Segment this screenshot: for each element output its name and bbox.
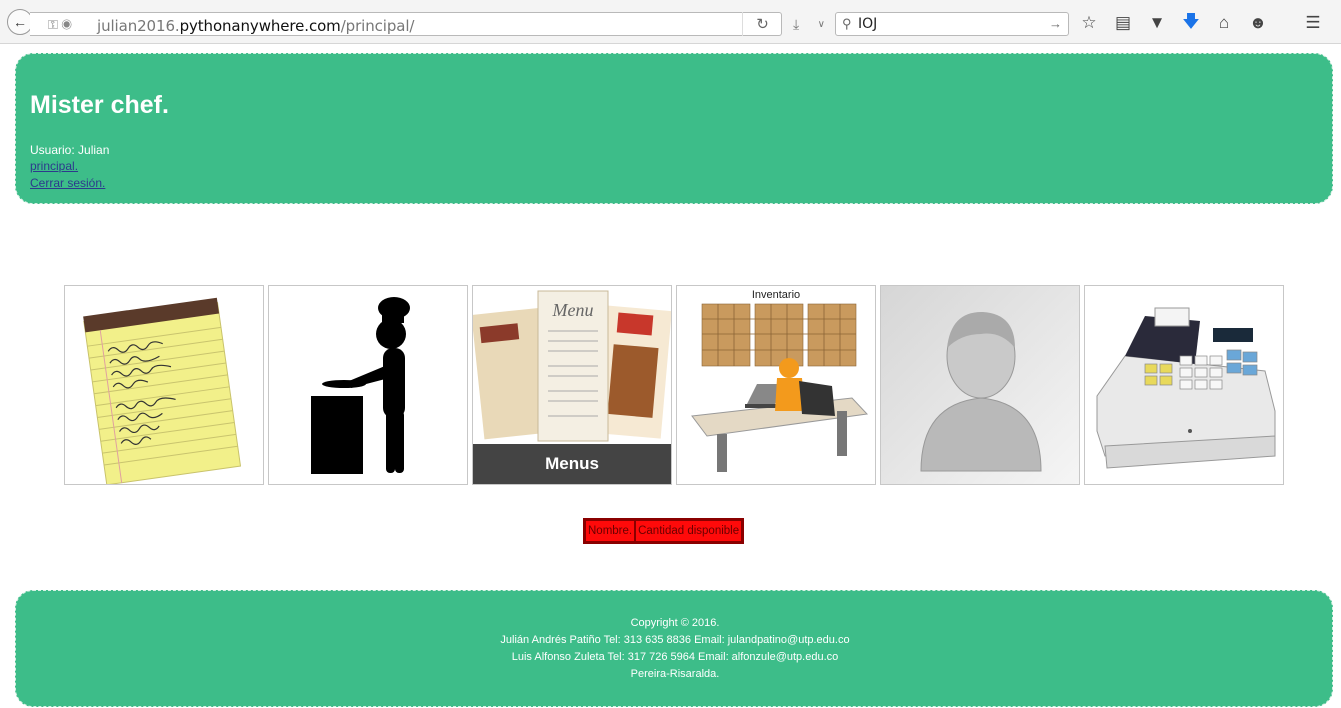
search-bar[interactable]: ⚲ → — [835, 12, 1069, 36]
link-logout[interactable]: Cerrar sesión. — [30, 176, 105, 190]
cash-register-tile[interactable] — [1084, 285, 1284, 485]
module-tiles: Menu Menus Inventario — [64, 285, 1284, 485]
arrow-right-icon[interactable]: → — [1049, 16, 1062, 31]
user-label: Usuario: Julian — [30, 143, 110, 157]
bookmark-star-icon[interactable]: ☆ — [1078, 12, 1100, 34]
site-title: Mister chef. — [30, 91, 169, 119]
menus-caption: Menus — [473, 444, 671, 484]
page-footer: Copyright © 2016. Julián Andrés Patiño T… — [15, 590, 1333, 707]
page-header: Mister chef. Usuario: Julian principal. … — [15, 53, 1333, 204]
url-path: /principal/ — [340, 17, 415, 35]
user-tile[interactable] — [880, 285, 1080, 485]
browser-toolbar: ← ⚿ ◉ julian2016.pythonanywhere.com/prin… — [0, 0, 1341, 44]
downloads-button[interactable]: ⤓ ∨ — [790, 13, 828, 35]
home-icon[interactable]: ⌂ — [1213, 12, 1235, 34]
pocket-icon[interactable]: ▼ — [1146, 12, 1168, 34]
inventory-icon — [691, 303, 869, 472]
footer-copyright: Copyright © 2016. — [630, 617, 720, 629]
table-header-cantidad: Cantidad disponible — [635, 520, 743, 542]
chef-tile[interactable] — [268, 285, 468, 485]
menus-tile[interactable]: Menu Menus — [472, 285, 672, 485]
table-header-nombre: Nombre. — [585, 520, 636, 542]
url-text: julian2016.pythonanywhere.com/principal/ — [97, 17, 414, 35]
cash-register-icon — [1096, 307, 1276, 469]
reload-button[interactable]: ↻ — [742, 12, 782, 36]
search-input[interactable] — [858, 15, 1038, 33]
arrow-left-icon: ← — [13, 14, 27, 30]
menu-icon[interactable]: ☰ — [1302, 12, 1324, 34]
user-avatar-icon — [881, 286, 1079, 484]
inventario-caption: Inventario — [751, 289, 801, 301]
svg-text:Menu: Menu — [552, 300, 594, 320]
url-domain: pythonanywhere.com — [179, 17, 341, 35]
reading-list-icon[interactable]: ▤ — [1112, 12, 1134, 34]
footer-contact-2: Luis Alfonso Zuleta Tel: 317 726 5964 Em… — [511, 651, 839, 663]
download-arrow-icon[interactable]: 🡇 — [1180, 12, 1202, 34]
notepad-icon — [83, 297, 242, 484]
inventory-table: Nombre. Cantidad disponible — [583, 518, 745, 544]
download-icon: ⤓ — [793, 15, 800, 32]
footer-location: Pereira-Risaralda. — [630, 668, 720, 680]
reload-icon: ↻ — [756, 16, 769, 33]
footer-contact-1: Julián Andrés Patiño Tel: 313 635 8836 E… — [500, 634, 850, 646]
chevron-down-icon: ∨ — [817, 18, 825, 30]
chat-icon[interactable]: ☻ — [1247, 12, 1269, 34]
search-icon: ⚲ — [842, 16, 852, 31]
inventario-tile[interactable]: Inventario — [676, 285, 876, 485]
notepad-tile[interactable] — [64, 285, 264, 485]
url-subdomain: julian2016. — [97, 17, 180, 35]
chef-icon — [311, 297, 410, 474]
site-identity-icon[interactable]: ⚿ ◉ — [48, 17, 72, 33]
url-bar[interactable]: ⚿ ◉ julian2016.pythonanywhere.com/princi… — [30, 12, 782, 36]
link-principal[interactable]: principal. — [30, 159, 78, 173]
